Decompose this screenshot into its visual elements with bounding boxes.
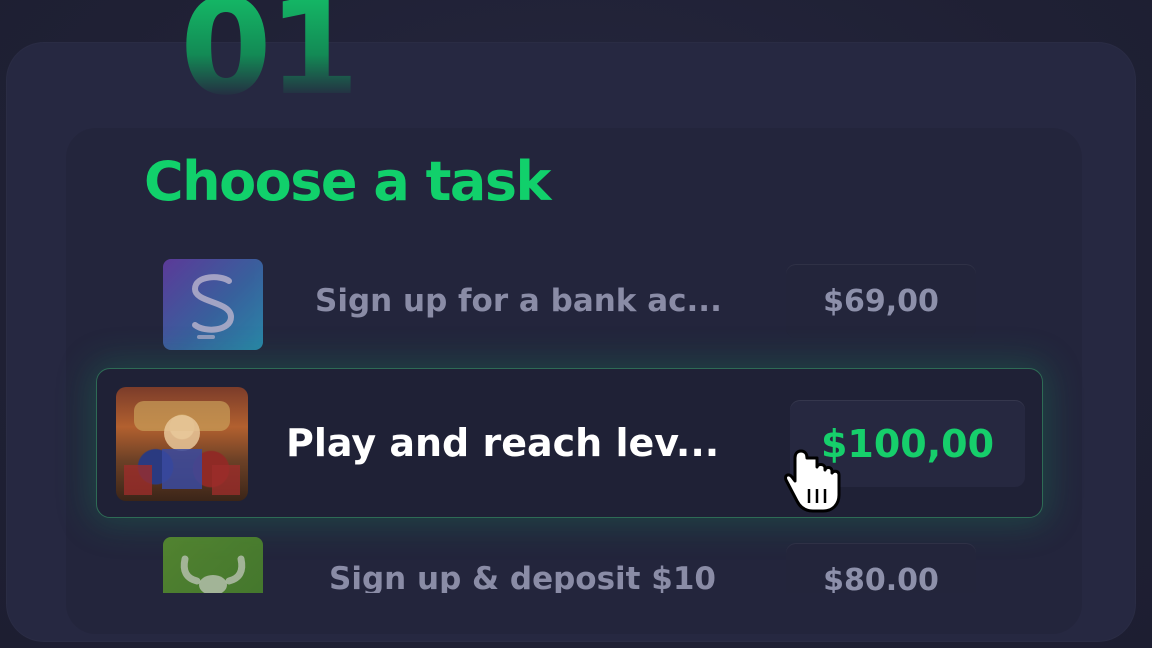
task-list: Sign up for a bank ac... $69,00 Play and… xyxy=(0,0,1152,593)
bull-logo-icon xyxy=(163,537,263,593)
task-reward: $69,00 xyxy=(786,264,976,338)
task-label: Sign up & deposit $10 xyxy=(329,561,716,593)
stage: 01 Choose a task Sign up for a bank ac..… xyxy=(0,0,1152,648)
task-reward: $80.00 xyxy=(786,543,976,593)
task-item-play-game[interactable]: Play and reach lev... $100,00 xyxy=(96,368,1043,518)
bank-app-icon xyxy=(163,259,263,350)
slot-game-icon xyxy=(116,387,248,501)
hand-cursor-icon xyxy=(784,449,841,513)
task-label: Play and reach lev... xyxy=(286,421,720,465)
task-label: Sign up for a bank ac... xyxy=(315,283,722,319)
